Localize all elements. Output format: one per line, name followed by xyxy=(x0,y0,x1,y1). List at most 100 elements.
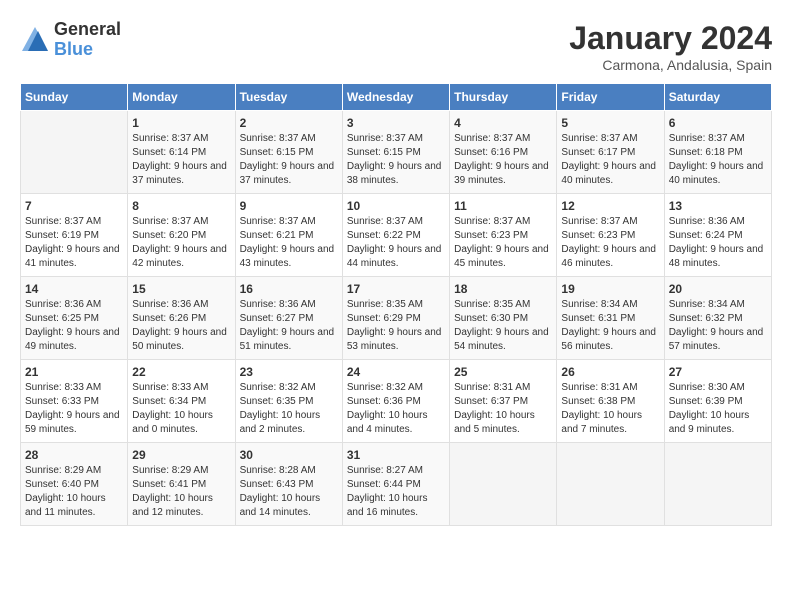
sunset-text: Sunset: 6:32 PM xyxy=(669,313,743,324)
daylight-text: Daylight: 10 hours and 2 minutes. xyxy=(240,410,321,435)
sunset-text: Sunset: 6:22 PM xyxy=(347,230,421,241)
weekday-header-thursday: Thursday xyxy=(450,84,557,111)
calendar-cell: 21 Sunrise: 8:33 AM Sunset: 6:33 PM Dayl… xyxy=(21,360,128,443)
daylight-text: Daylight: 9 hours and 39 minutes. xyxy=(454,161,549,186)
calendar-cell: 22 Sunrise: 8:33 AM Sunset: 6:34 PM Dayl… xyxy=(128,360,235,443)
day-info: Sunrise: 8:37 AM Sunset: 6:15 PM Dayligh… xyxy=(347,132,445,188)
day-number: 6 xyxy=(669,116,767,130)
calendar-body: 1 Sunrise: 8:37 AM Sunset: 6:14 PM Dayli… xyxy=(21,111,772,526)
sunrise-text: Sunrise: 8:37 AM xyxy=(347,216,423,227)
sunrise-text: Sunrise: 8:37 AM xyxy=(454,216,530,227)
daylight-text: Daylight: 9 hours and 49 minutes. xyxy=(25,327,120,352)
day-info: Sunrise: 8:34 AM Sunset: 6:32 PM Dayligh… xyxy=(669,298,767,354)
sunrise-text: Sunrise: 8:35 AM xyxy=(347,299,423,310)
day-info: Sunrise: 8:37 AM Sunset: 6:16 PM Dayligh… xyxy=(454,132,552,188)
weekday-header-monday: Monday xyxy=(128,84,235,111)
day-number: 19 xyxy=(561,282,659,296)
calendar-week-row: 14 Sunrise: 8:36 AM Sunset: 6:25 PM Dayl… xyxy=(21,277,772,360)
daylight-text: Daylight: 10 hours and 12 minutes. xyxy=(132,493,213,518)
sunrise-text: Sunrise: 8:29 AM xyxy=(25,465,101,476)
day-info: Sunrise: 8:35 AM Sunset: 6:30 PM Dayligh… xyxy=(454,298,552,354)
sunset-text: Sunset: 6:16 PM xyxy=(454,147,528,158)
daylight-text: Daylight: 9 hours and 51 minutes. xyxy=(240,327,335,352)
daylight-text: Daylight: 9 hours and 46 minutes. xyxy=(561,244,656,269)
calendar-cell: 18 Sunrise: 8:35 AM Sunset: 6:30 PM Dayl… xyxy=(450,277,557,360)
weekday-header-sunday: Sunday xyxy=(21,84,128,111)
sunrise-text: Sunrise: 8:36 AM xyxy=(132,299,208,310)
logo-general: General xyxy=(54,20,121,40)
day-number: 26 xyxy=(561,365,659,379)
sunrise-text: Sunrise: 8:35 AM xyxy=(454,299,530,310)
calendar-cell: 12 Sunrise: 8:37 AM Sunset: 6:23 PM Dayl… xyxy=(557,194,664,277)
day-info: Sunrise: 8:30 AM Sunset: 6:39 PM Dayligh… xyxy=(669,381,767,437)
calendar-cell: 3 Sunrise: 8:37 AM Sunset: 6:15 PM Dayli… xyxy=(342,111,449,194)
sunset-text: Sunset: 6:38 PM xyxy=(561,396,635,407)
day-info: Sunrise: 8:37 AM Sunset: 6:19 PM Dayligh… xyxy=(25,215,123,271)
title-block: January 2024 Carmona, Andalusia, Spain xyxy=(569,20,772,73)
day-number: 18 xyxy=(454,282,552,296)
calendar-cell: 11 Sunrise: 8:37 AM Sunset: 6:23 PM Dayl… xyxy=(450,194,557,277)
daylight-text: Daylight: 9 hours and 43 minutes. xyxy=(240,244,335,269)
daylight-text: Daylight: 10 hours and 0 minutes. xyxy=(132,410,213,435)
day-info: Sunrise: 8:28 AM Sunset: 6:43 PM Dayligh… xyxy=(240,464,338,520)
calendar-header: SundayMondayTuesdayWednesdayThursdayFrid… xyxy=(21,84,772,111)
day-number: 20 xyxy=(669,282,767,296)
location: Carmona, Andalusia, Spain xyxy=(569,57,772,73)
sunrise-text: Sunrise: 8:33 AM xyxy=(132,382,208,393)
sunrise-text: Sunrise: 8:37 AM xyxy=(132,216,208,227)
daylight-text: Daylight: 10 hours and 14 minutes. xyxy=(240,493,321,518)
calendar-cell: 24 Sunrise: 8:32 AM Sunset: 6:36 PM Dayl… xyxy=(342,360,449,443)
sunset-text: Sunset: 6:30 PM xyxy=(454,313,528,324)
day-number: 31 xyxy=(347,448,445,462)
day-number: 11 xyxy=(454,199,552,213)
day-number: 24 xyxy=(347,365,445,379)
weekday-header-friday: Friday xyxy=(557,84,664,111)
day-number: 13 xyxy=(669,199,767,213)
sunset-text: Sunset: 6:34 PM xyxy=(132,396,206,407)
calendar-cell: 6 Sunrise: 8:37 AM Sunset: 6:18 PM Dayli… xyxy=(664,111,771,194)
sunrise-text: Sunrise: 8:27 AM xyxy=(347,465,423,476)
sunrise-text: Sunrise: 8:37 AM xyxy=(454,133,530,144)
day-info: Sunrise: 8:37 AM Sunset: 6:22 PM Dayligh… xyxy=(347,215,445,271)
day-info: Sunrise: 8:37 AM Sunset: 6:21 PM Dayligh… xyxy=(240,215,338,271)
sunset-text: Sunset: 6:41 PM xyxy=(132,479,206,490)
calendar-week-row: 28 Sunrise: 8:29 AM Sunset: 6:40 PM Dayl… xyxy=(21,443,772,526)
daylight-text: Daylight: 9 hours and 45 minutes. xyxy=(454,244,549,269)
calendar-week-row: 7 Sunrise: 8:37 AM Sunset: 6:19 PM Dayli… xyxy=(21,194,772,277)
sunset-text: Sunset: 6:29 PM xyxy=(347,313,421,324)
day-info: Sunrise: 8:32 AM Sunset: 6:35 PM Dayligh… xyxy=(240,381,338,437)
daylight-text: Daylight: 9 hours and 48 minutes. xyxy=(669,244,764,269)
day-info: Sunrise: 8:37 AM Sunset: 6:20 PM Dayligh… xyxy=(132,215,230,271)
calendar-cell: 4 Sunrise: 8:37 AM Sunset: 6:16 PM Dayli… xyxy=(450,111,557,194)
sunrise-text: Sunrise: 8:30 AM xyxy=(669,382,745,393)
day-info: Sunrise: 8:36 AM Sunset: 6:27 PM Dayligh… xyxy=(240,298,338,354)
day-number: 3 xyxy=(347,116,445,130)
calendar-cell: 2 Sunrise: 8:37 AM Sunset: 6:15 PM Dayli… xyxy=(235,111,342,194)
calendar-cell: 5 Sunrise: 8:37 AM Sunset: 6:17 PM Dayli… xyxy=(557,111,664,194)
day-number: 2 xyxy=(240,116,338,130)
sunrise-text: Sunrise: 8:32 AM xyxy=(347,382,423,393)
calendar-week-row: 21 Sunrise: 8:33 AM Sunset: 6:33 PM Dayl… xyxy=(21,360,772,443)
sunset-text: Sunset: 6:31 PM xyxy=(561,313,635,324)
sunset-text: Sunset: 6:36 PM xyxy=(347,396,421,407)
calendar-cell xyxy=(450,443,557,526)
sunset-text: Sunset: 6:26 PM xyxy=(132,313,206,324)
sunset-text: Sunset: 6:23 PM xyxy=(454,230,528,241)
sunset-text: Sunset: 6:20 PM xyxy=(132,230,206,241)
sunrise-text: Sunrise: 8:36 AM xyxy=(240,299,316,310)
sunrise-text: Sunrise: 8:37 AM xyxy=(669,133,745,144)
calendar-cell: 7 Sunrise: 8:37 AM Sunset: 6:19 PM Dayli… xyxy=(21,194,128,277)
daylight-text: Daylight: 10 hours and 9 minutes. xyxy=(669,410,750,435)
sunrise-text: Sunrise: 8:37 AM xyxy=(347,133,423,144)
calendar-cell: 30 Sunrise: 8:28 AM Sunset: 6:43 PM Dayl… xyxy=(235,443,342,526)
day-info: Sunrise: 8:31 AM Sunset: 6:38 PM Dayligh… xyxy=(561,381,659,437)
sunset-text: Sunset: 6:44 PM xyxy=(347,479,421,490)
day-number: 17 xyxy=(347,282,445,296)
calendar-cell: 8 Sunrise: 8:37 AM Sunset: 6:20 PM Dayli… xyxy=(128,194,235,277)
day-number: 7 xyxy=(25,199,123,213)
day-number: 5 xyxy=(561,116,659,130)
calendar-cell: 26 Sunrise: 8:31 AM Sunset: 6:38 PM Dayl… xyxy=(557,360,664,443)
daylight-text: Daylight: 10 hours and 16 minutes. xyxy=(347,493,428,518)
sunset-text: Sunset: 6:35 PM xyxy=(240,396,314,407)
sunrise-text: Sunrise: 8:29 AM xyxy=(132,465,208,476)
